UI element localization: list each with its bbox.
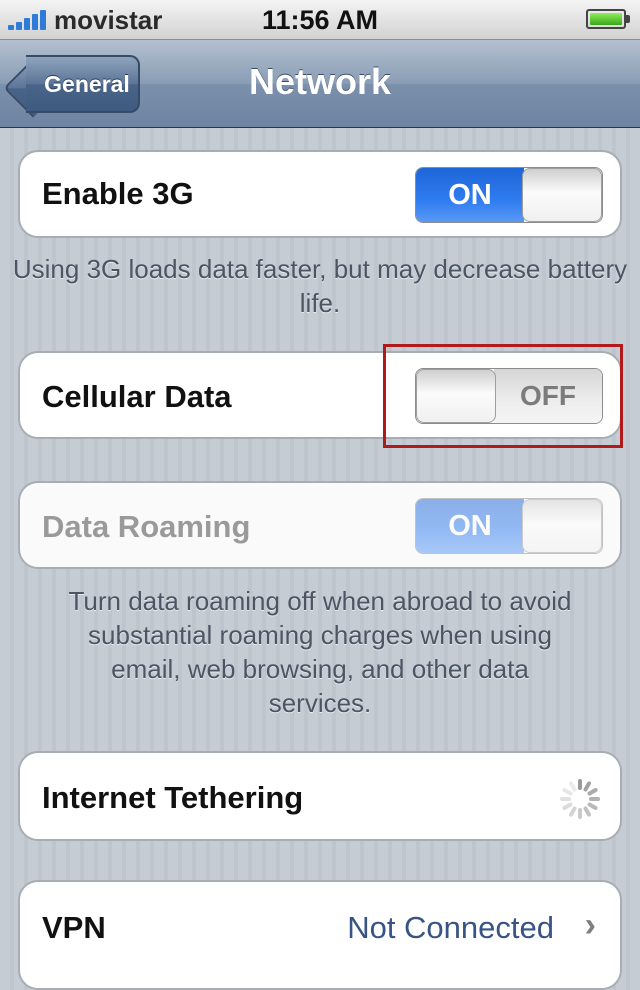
vpn-row[interactable]: VPN Not Connected › <box>18 880 622 990</box>
battery-icon <box>586 9 630 29</box>
data-roaming-row: Data Roaming ON <box>18 481 622 569</box>
cellular-data-label: Cellular Data <box>42 379 232 414</box>
loading-spinner-icon <box>560 779 600 819</box>
switch-knob[interactable] <box>522 168 602 222</box>
switch-knob[interactable] <box>522 499 602 553</box>
internet-tethering-row[interactable]: Internet Tethering <box>18 751 622 841</box>
vpn-status-value: Not Connected <box>347 910 554 945</box>
enable-3g-switch[interactable]: ON <box>415 167 603 223</box>
data-roaming-label: Data Roaming <box>42 509 251 544</box>
navigation-bar: General Network <box>0 40 640 128</box>
clock: 11:56 AM <box>261 5 379 35</box>
switch-on-label: ON <box>416 168 524 222</box>
enable-3g-row: Enable 3G ON <box>18 150 622 238</box>
enable-3g-label: Enable 3G <box>42 176 194 211</box>
vpn-label: VPN <box>42 910 106 945</box>
status-bar: movistar 11:56 AM <box>0 0 640 40</box>
data-roaming-switch[interactable]: ON <box>415 498 603 554</box>
page-title: Network <box>248 61 392 102</box>
enable-3g-footnote: Using 3G loads data faster, but may decr… <box>12 254 628 318</box>
roaming-footnote: Turn data roaming off when abroad to avo… <box>68 586 572 718</box>
switch-on-label: ON <box>416 499 524 553</box>
internet-tethering-label: Internet Tethering <box>42 780 304 815</box>
chevron-right-icon: › <box>584 906 596 944</box>
highlight-box <box>383 344 623 448</box>
